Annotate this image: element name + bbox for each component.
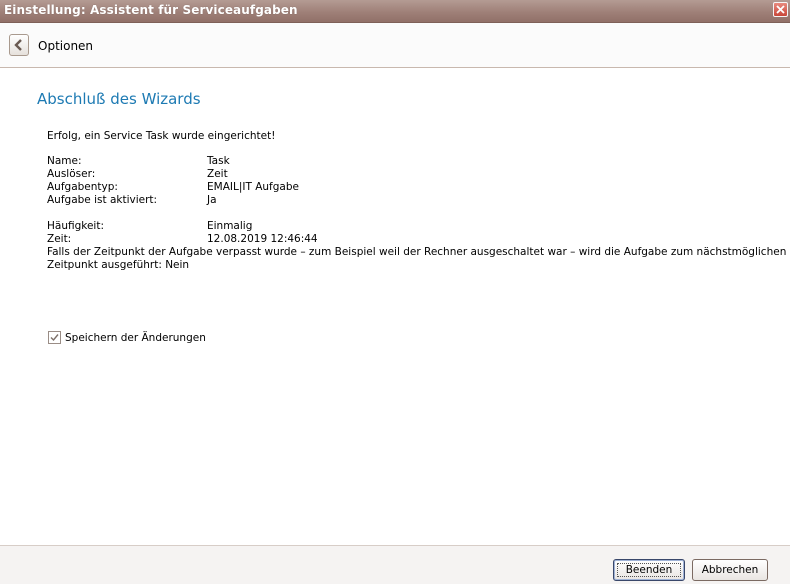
save-changes-checkbox[interactable] <box>48 331 61 344</box>
cancel-button-label: Abbrechen <box>701 564 759 576</box>
finish-button[interactable]: Beenden <box>613 559 685 581</box>
detail-value: Einmalig <box>207 220 253 232</box>
close-button[interactable] <box>773 2 788 17</box>
nav-label: Optionen <box>38 39 94 53</box>
detail-label: Aufgabentyp: <box>47 181 118 193</box>
close-icon <box>776 5 785 14</box>
detail-value: Ja <box>207 194 217 206</box>
missed-run-note-value: Zeitpunkt ausgeführt: Nein <box>47 259 190 271</box>
checkmark-icon <box>50 334 59 342</box>
detail-label: Häufigkeit: <box>47 220 105 232</box>
detail-value: Task <box>207 155 230 167</box>
detail-value: EMAIL|IT Aufgabe <box>207 181 299 193</box>
missed-run-note: Falls der Zeitpunkt der Aufgabe verpasst… <box>47 246 787 258</box>
cancel-button[interactable]: Abbrechen <box>692 559 768 581</box>
detail-label: Aufgabe ist aktiviert: <box>47 194 158 206</box>
chevron-left-icon <box>14 39 22 51</box>
save-changes-label[interactable]: Speichern der Änderungen <box>65 332 206 344</box>
navigation-bar: Optionen <box>0 23 790 68</box>
back-button[interactable] <box>9 34 29 56</box>
detail-label: Zeit: <box>47 233 72 245</box>
success-message: Erfolg, ein Service Task wurde eingerich… <box>47 130 276 142</box>
window-title: Einstellung: Assistent für Serviceaufgab… <box>4 3 298 17</box>
detail-value: Zeit <box>207 168 228 180</box>
detail-label: Name: <box>47 155 82 167</box>
footer-bar: Beenden Abbrechen <box>0 545 790 584</box>
detail-label: Auslöser: <box>47 168 96 180</box>
page-heading: Abschluß des Wizards <box>37 90 201 108</box>
detail-value: 12.08.2019 12:46:44 <box>207 233 318 245</box>
title-bar: Einstellung: Assistent für Serviceaufgab… <box>0 0 790 23</box>
focus-ring <box>617 563 681 577</box>
